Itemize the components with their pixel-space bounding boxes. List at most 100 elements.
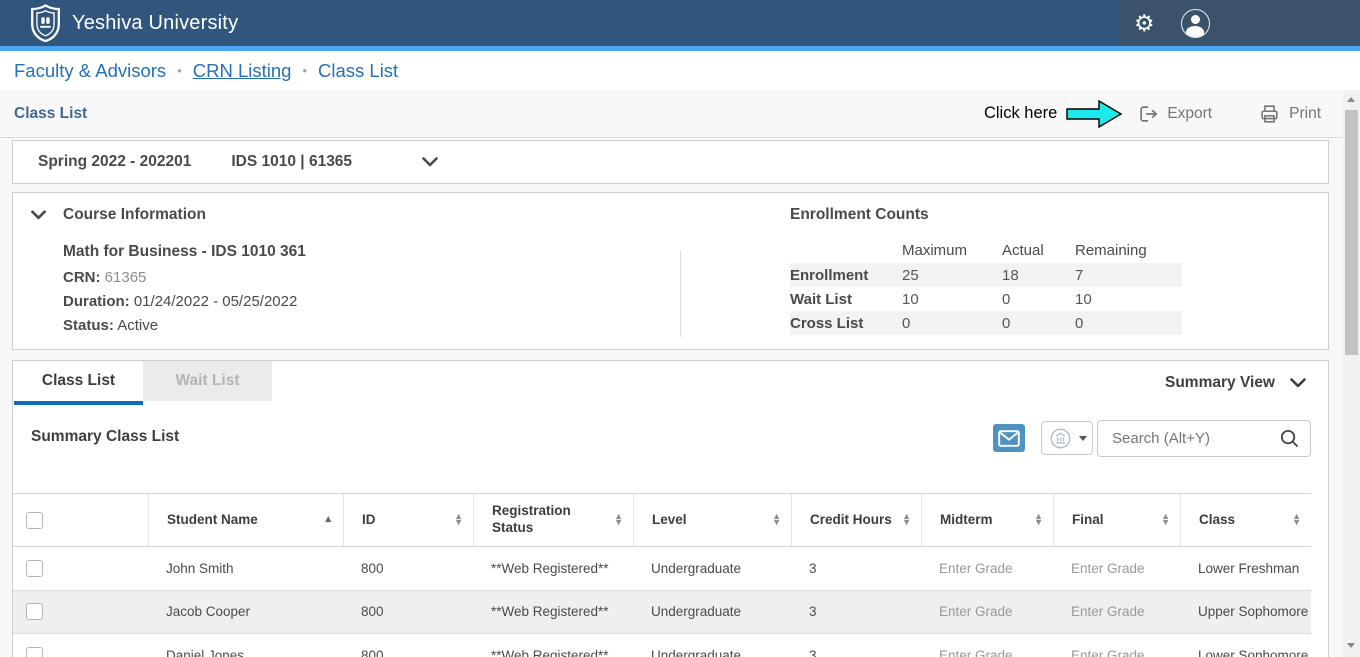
row-checkbox[interactable]	[26, 647, 43, 657]
page-title: Class List	[14, 105, 87, 123]
search-input[interactable]	[1112, 430, 1279, 447]
profile-avatar-icon[interactable]	[1181, 9, 1210, 38]
email-button[interactable]	[993, 424, 1025, 452]
sort-ascending-icon[interactable]: ▴	[325, 513, 331, 527]
select-all-checkbox[interactable]	[26, 512, 43, 529]
cell-final[interactable]: Enter Grade	[1053, 634, 1180, 657]
caret-down-icon	[1079, 436, 1087, 441]
cell-credit-hours: 3	[791, 634, 921, 657]
search-box	[1097, 420, 1311, 457]
enrollment-value: 10	[1075, 291, 1182, 308]
column-header-student-name[interactable]: Student Name▴	[148, 494, 343, 546]
sort-down-icon: ▾	[1163, 520, 1168, 526]
column-header-final[interactable]: Final▴▾	[1053, 494, 1180, 546]
cell-midterm[interactable]: Enter Grade	[921, 634, 1053, 657]
term-course-selector[interactable]: Spring 2022 - 202201 IDS 1010 | 61365	[12, 140, 1329, 184]
crn-label: CRN:	[63, 269, 101, 286]
sort-toggle-icon[interactable]: ▴▾	[774, 514, 779, 526]
cell-midterm[interactable]: Enter Grade	[921, 547, 1053, 590]
scrollbar-down-arrow-icon[interactable]	[1347, 643, 1355, 648]
cell-id: 800	[343, 591, 473, 634]
cell-registration-status: **Web Registered**	[473, 547, 633, 590]
enrollment-row: Enrollment25187	[790, 263, 1182, 287]
cell-registration-status: **Web Registered**	[473, 591, 633, 634]
page-title-bar: Class List Click here Export	[0, 90, 1343, 138]
row-checkbox[interactable]	[26, 603, 43, 620]
sort-toggle-icon[interactable]: ▴▾	[904, 514, 909, 526]
table-row: Jacob Cooper800**Web Registered**Undergr…	[13, 591, 1311, 635]
cell-class: Lower Freshman	[1180, 547, 1311, 590]
export-icon	[1137, 103, 1159, 125]
column-header-class[interactable]: Class▴▾	[1180, 494, 1311, 546]
export-button[interactable]: Export	[1137, 103, 1212, 125]
annotation-arrow-icon	[1066, 99, 1123, 129]
enrollment-counts-heading: Enrollment Counts	[790, 206, 929, 224]
cell-credit-hours: 3	[791, 547, 921, 590]
tab-wait-list[interactable]: Wait List	[143, 361, 272, 401]
breadcrumb-item-faculty-advisors[interactable]: Faculty & Advisors	[14, 60, 166, 82]
cell-class: Upper Sophomore	[1180, 591, 1311, 634]
settings-gear-icon[interactable]: ⚙	[1134, 12, 1155, 35]
enrollment-row-label: Wait List	[790, 291, 902, 308]
enrollment-value: 10	[902, 291, 1002, 308]
cell-student-name: John Smith	[148, 547, 343, 590]
course-crn-value: IDS 1010 | 61365	[231, 153, 352, 171]
photo-column-header	[59, 494, 148, 546]
student-photo-cell	[59, 547, 148, 590]
enrollment-col-actual: Actual	[1002, 242, 1075, 259]
column-header-credit-hours[interactable]: Credit Hours▴▾	[791, 494, 921, 546]
tab-class-list[interactable]: Class List	[14, 361, 143, 405]
table-row: John Smith800**Web Registered**Undergrad…	[13, 547, 1311, 591]
sort-toggle-icon[interactable]: ▴▾	[616, 514, 621, 526]
breadcrumb-item-class-list[interactable]: Class List	[318, 60, 398, 82]
enrollment-col-maximum: Maximum	[902, 242, 1002, 259]
column-header-label: Level	[652, 512, 687, 529]
sort-down-icon: ▾	[456, 520, 461, 526]
cell-credit-hours: 3	[791, 591, 921, 634]
enrollment-row-label: Cross List	[790, 315, 902, 332]
enrollment-value: 0	[1002, 291, 1075, 308]
row-checkbox[interactable]	[26, 560, 43, 577]
column-header-registration-status[interactable]: Registration Status▴▾	[473, 494, 633, 546]
sort-toggle-icon[interactable]: ▴▾	[1163, 514, 1168, 526]
column-header-level[interactable]: Level ▴▾	[633, 494, 791, 546]
sort-toggle-icon[interactable]: ▴▾	[1036, 514, 1041, 526]
duration-value: 01/24/2022 - 05/25/2022	[134, 293, 297, 310]
collapse-chevron-icon[interactable]	[31, 210, 46, 220]
class-list-panel: Class List Wait List Summary View Summar…	[12, 360, 1329, 657]
page-scrollbar[interactable]	[1343, 90, 1360, 657]
cell-final[interactable]: Enter Grade	[1053, 547, 1180, 590]
sort-toggle-icon[interactable]: ▴▾	[1294, 514, 1299, 526]
cell-level: Undergraduate	[633, 634, 791, 657]
breadcrumb-item-crn-listing[interactable]: CRN Listing	[193, 60, 292, 82]
course-name: Math for Business - IDS 1010 361	[63, 243, 306, 261]
sort-down-icon: ▾	[1036, 520, 1041, 526]
column-settings-button[interactable]	[1041, 421, 1093, 455]
search-icon[interactable]	[1279, 428, 1300, 449]
cell-registration-status: **Web Registered**	[473, 634, 633, 657]
column-header-midterm[interactable]: Midterm▴▾	[921, 494, 1053, 546]
chevron-down-icon[interactable]	[422, 157, 438, 167]
cell-level: Undergraduate	[633, 547, 791, 590]
cell-final[interactable]: Enter Grade	[1053, 591, 1180, 634]
row-select-cell	[13, 547, 59, 590]
enrollment-row: Wait List10010	[790, 287, 1182, 311]
institution-circle-icon	[1048, 426, 1073, 451]
sort-down-icon: ▾	[774, 520, 779, 526]
row-select-cell	[13, 634, 59, 657]
column-header-id[interactable]: ID ▴▾	[343, 494, 473, 546]
term-value: Spring 2022 - 202201	[38, 153, 191, 171]
sort-toggle-icon[interactable]: ▴▾	[456, 514, 461, 526]
cell-student-name: Jacob Cooper	[148, 591, 343, 634]
enrollment-row-label: Enrollment	[790, 267, 902, 284]
cell-midterm[interactable]: Enter Grade	[921, 591, 1053, 634]
scrollbar-thumb[interactable]	[1345, 110, 1358, 355]
column-header-label: ID	[362, 512, 376, 529]
sort-down-icon: ▾	[1294, 520, 1299, 526]
view-selector-dropdown[interactable]: Summary View	[1165, 374, 1306, 392]
duration-label: Duration:	[63, 293, 130, 310]
enrollment-value: 0	[902, 315, 1002, 332]
print-button[interactable]: Print	[1258, 103, 1321, 125]
university-shield-logo-icon	[30, 4, 61, 42]
scrollbar-up-arrow-icon[interactable]	[1347, 97, 1355, 102]
